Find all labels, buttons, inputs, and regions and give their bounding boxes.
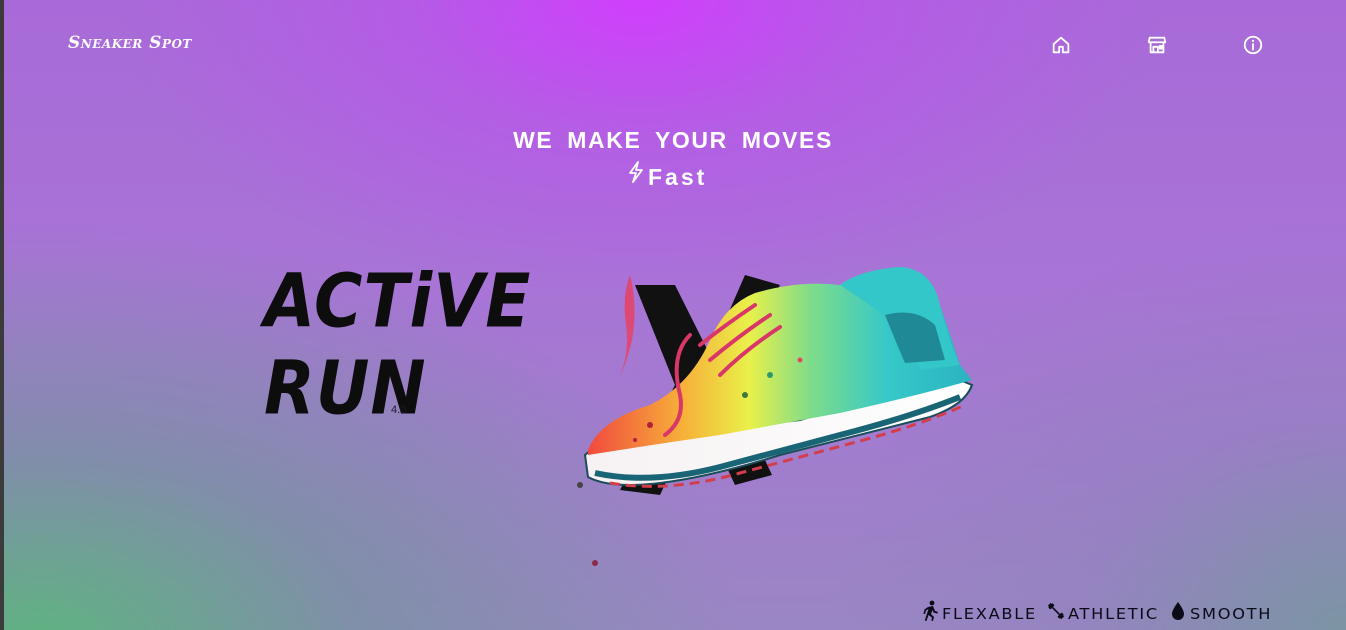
product-version: 4.0 <box>391 404 407 416</box>
feature-label: FLEXABLE <box>942 605 1037 623</box>
info-icon <box>1243 35 1263 55</box>
home-icon <box>1052 36 1070 54</box>
product-title-line1: ACTiVE <box>264 258 532 345</box>
water-drop-icon <box>1172 602 1185 620</box>
feature-list: FLEXABLE ATHLETIC SMOOTH <box>920 600 1271 622</box>
nav-store-button[interactable] <box>1146 34 1168 56</box>
hero-headline: WE MAKE YOUR MOVES <box>513 127 833 153</box>
nav-home-button[interactable] <box>1050 34 1072 56</box>
feature-label: SMOOTH <box>1190 605 1273 623</box>
store-icon <box>1147 36 1167 54</box>
brand-logo[interactable]: Sneaker Spot <box>68 33 192 53</box>
dumbbell-icon <box>1047 603 1064 619</box>
feature-item-flexable: FLEXABLE <box>920 600 1035 622</box>
running-person-icon <box>923 600 938 621</box>
hero-subline-text: Fast <box>648 164 708 190</box>
product-title-line2: RUN <box>264 345 427 432</box>
hero-subline: Fast <box>626 160 707 191</box>
running-shoe-image <box>540 245 990 575</box>
feature-item-athletic: ATHLETIC <box>1046 600 1157 622</box>
lightning-bolt-icon <box>629 161 643 183</box>
feature-label: ATHLETIC <box>1067 605 1159 623</box>
nav-info-button[interactable] <box>1242 34 1264 56</box>
feature-item-smooth: SMOOTH <box>1168 600 1271 622</box>
window-edge <box>0 0 4 630</box>
top-nav <box>1050 34 1264 56</box>
